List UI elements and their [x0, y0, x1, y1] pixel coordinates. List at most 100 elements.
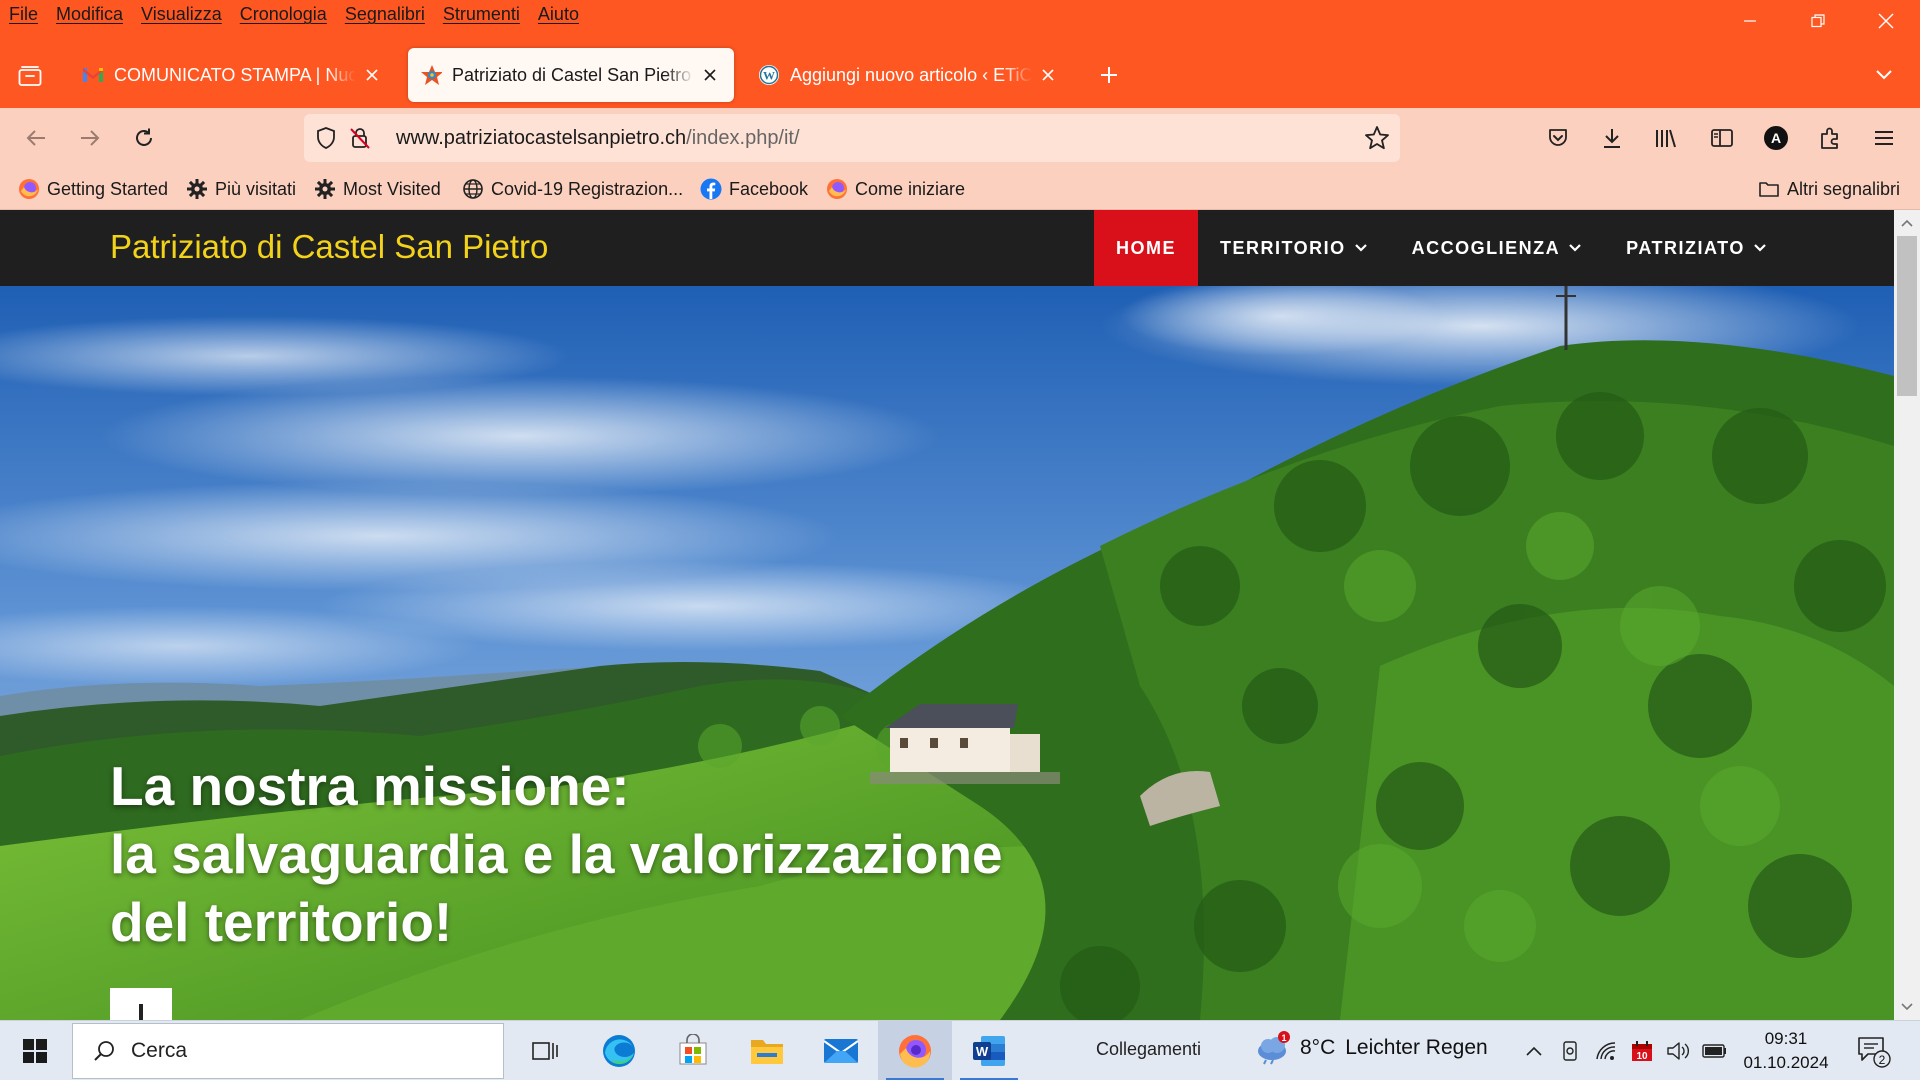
firefox-view-icon	[18, 66, 42, 86]
bookmark-come-iniziare[interactable]: Come iniziare	[826, 176, 965, 202]
tray-volume[interactable]	[1666, 1039, 1690, 1063]
site-favicon	[420, 64, 442, 86]
bookmarks-toolbar: Getting Started Più visitati Most Visite…	[0, 168, 1920, 210]
bookmark-getting-started[interactable]: Getting Started	[18, 176, 168, 202]
weather-temperature: 8°C	[1300, 1036, 1336, 1059]
tab-close-button[interactable]	[1036, 63, 1060, 87]
pocket-button[interactable]	[1540, 120, 1576, 156]
menu-strumenti[interactable]: Strumenti	[443, 4, 520, 25]
reload-icon	[136, 128, 152, 146]
arrow-right-icon	[81, 130, 100, 146]
tab-patriziato[interactable]: Patriziato di Castel San Pietro - Ho	[408, 48, 734, 102]
menu-cronologia[interactable]: Cronologia	[240, 4, 327, 25]
taskbar-edge[interactable]	[582, 1021, 656, 1080]
navigation-toolbar: www.patriziatocastelsanpietro.ch/index.p…	[0, 108, 1920, 168]
hero-line-1: La nostra missione:	[110, 755, 630, 817]
scroll-up-button[interactable]	[1894, 212, 1920, 234]
tracking-protection-shield-icon[interactable]	[314, 126, 338, 150]
facebook-icon	[700, 178, 722, 200]
tray-calendar[interactable]: 10	[1630, 1039, 1654, 1063]
store-icon	[679, 1034, 707, 1065]
globe-icon	[462, 178, 484, 200]
insecure-lock-icon[interactable]	[348, 126, 372, 150]
app-menu-button[interactable]	[1866, 120, 1902, 156]
close-icon	[704, 69, 716, 81]
extensions-button[interactable]	[1812, 120, 1848, 156]
notification-icon: 2	[1858, 1037, 1891, 1068]
bookmark-star-icon[interactable]	[1364, 125, 1390, 151]
bookmark-covid-registrazione[interactable]: Covid-19 Registrazion...	[462, 176, 683, 202]
tray-battery[interactable]	[1702, 1039, 1726, 1063]
nav-patriziato[interactable]: PATRIZIATO	[1604, 210, 1789, 286]
firefox-icon	[826, 178, 848, 200]
nav-label: ACCOGLIENZA	[1411, 237, 1561, 258]
start-button[interactable]	[0, 1021, 70, 1080]
menu-aiuto[interactable]: Aiuto	[538, 4, 579, 25]
back-button[interactable]	[18, 120, 54, 156]
menu-visualizza[interactable]: Visualizza	[141, 4, 222, 25]
gmail-icon	[82, 64, 104, 86]
page-scrollbar[interactable]	[1894, 210, 1920, 1020]
taskbar-word[interactable]: W	[952, 1021, 1026, 1080]
minimize-button[interactable]	[1716, 0, 1784, 42]
menu-segnalibri[interactable]: Segnalibri	[345, 4, 425, 25]
edge-icon	[603, 1035, 635, 1067]
chevron-down-icon	[1876, 70, 1892, 80]
list-all-tabs-button[interactable]	[1868, 59, 1900, 91]
notifications-button[interactable]: 2	[1856, 1035, 1892, 1069]
tray-device-icon[interactable]	[1558, 1039, 1582, 1063]
tab-close-button[interactable]	[360, 63, 384, 87]
tab-aggiungi-articolo[interactable]: W Aggiungi nuovo articolo ‹ ETiCi	[746, 48, 1072, 102]
taskbar-mail[interactable]	[804, 1021, 878, 1080]
bookmark-piu-visitati[interactable]: Più visitati	[186, 176, 296, 202]
close-window-button[interactable]	[1852, 0, 1920, 42]
account-avatar-icon: A	[1764, 126, 1788, 150]
scroll-down-button[interactable]	[1894, 996, 1920, 1018]
weather-widget[interactable]: 1 8°C Leichter Regen	[1254, 1031, 1488, 1065]
url-text[interactable]: www.patriziatocastelsanpietro.ch/index.p…	[396, 127, 800, 150]
account-button[interactable]: A	[1758, 120, 1794, 156]
pocket-icon	[1549, 129, 1567, 146]
address-bar[interactable]: www.patriziatocastelsanpietro.ch/index.p…	[304, 114, 1400, 162]
taskbar-firefox[interactable]	[878, 1021, 952, 1080]
other-bookmarks[interactable]: Altri segnalibri	[1758, 176, 1900, 202]
restore-button[interactable]	[1784, 0, 1852, 42]
nav-label: PATRIZIATO	[1626, 237, 1745, 258]
library-button[interactable]	[1648, 120, 1684, 156]
arrow-left-icon	[26, 130, 45, 146]
system-clock[interactable]: 09:31 01.10.2024	[1738, 1027, 1834, 1075]
nav-home[interactable]: HOME	[1094, 210, 1198, 286]
new-tab-button[interactable]	[1093, 59, 1125, 91]
scrollbar-thumb[interactable]	[1897, 236, 1917, 396]
hero-scroll-button[interactable]	[110, 988, 172, 1020]
tab-close-button[interactable]	[698, 63, 722, 87]
wordpress-icon: W	[758, 64, 780, 86]
bookmark-label: Più visitati	[215, 178, 297, 199]
taskbar-file-explorer[interactable]	[730, 1021, 804, 1080]
menu-modifica[interactable]: Modifica	[56, 4, 123, 25]
calendar-badge: 10	[1636, 1051, 1648, 1062]
site-navigation: HOME TERRITORIO ACCOGLIENZA PATRIZIATO	[1094, 210, 1789, 286]
menu-file[interactable]: File	[9, 4, 38, 25]
forward-button[interactable]	[72, 120, 108, 156]
tray-network[interactable]	[1594, 1039, 1618, 1063]
taskbar-microsoft-store[interactable]	[656, 1021, 730, 1080]
links-toolbar[interactable]: Collegamenti	[1096, 1039, 1201, 1060]
downloads-button[interactable]	[1594, 120, 1630, 156]
show-hidden-icons-button[interactable]	[1522, 1039, 1546, 1063]
firefox-view-button[interactable]	[14, 60, 46, 92]
chevron-down-icon	[1901, 1003, 1913, 1011]
reload-button[interactable]	[126, 120, 162, 156]
task-view-button[interactable]	[508, 1021, 582, 1080]
bookmark-most-visited[interactable]: Most Visited	[314, 176, 441, 202]
taskbar-search-box[interactable]: Cerca	[72, 1023, 504, 1079]
plus-icon	[1101, 67, 1117, 83]
nav-territorio[interactable]: TERRITORIO	[1198, 210, 1390, 286]
nav-accoglienza[interactable]: ACCOGLIENZA	[1390, 210, 1605, 286]
site-title[interactable]: Patriziato di Castel San Pietro	[110, 228, 548, 266]
bookmark-label: Getting Started	[47, 178, 169, 199]
word-icon: W	[973, 1036, 1005, 1066]
bookmark-facebook[interactable]: Facebook	[700, 176, 808, 202]
tab-comunicato-stampa[interactable]: COMUNICATO STAMPA | Nuovo	[70, 48, 396, 102]
sidebar-button[interactable]	[1704, 120, 1740, 156]
